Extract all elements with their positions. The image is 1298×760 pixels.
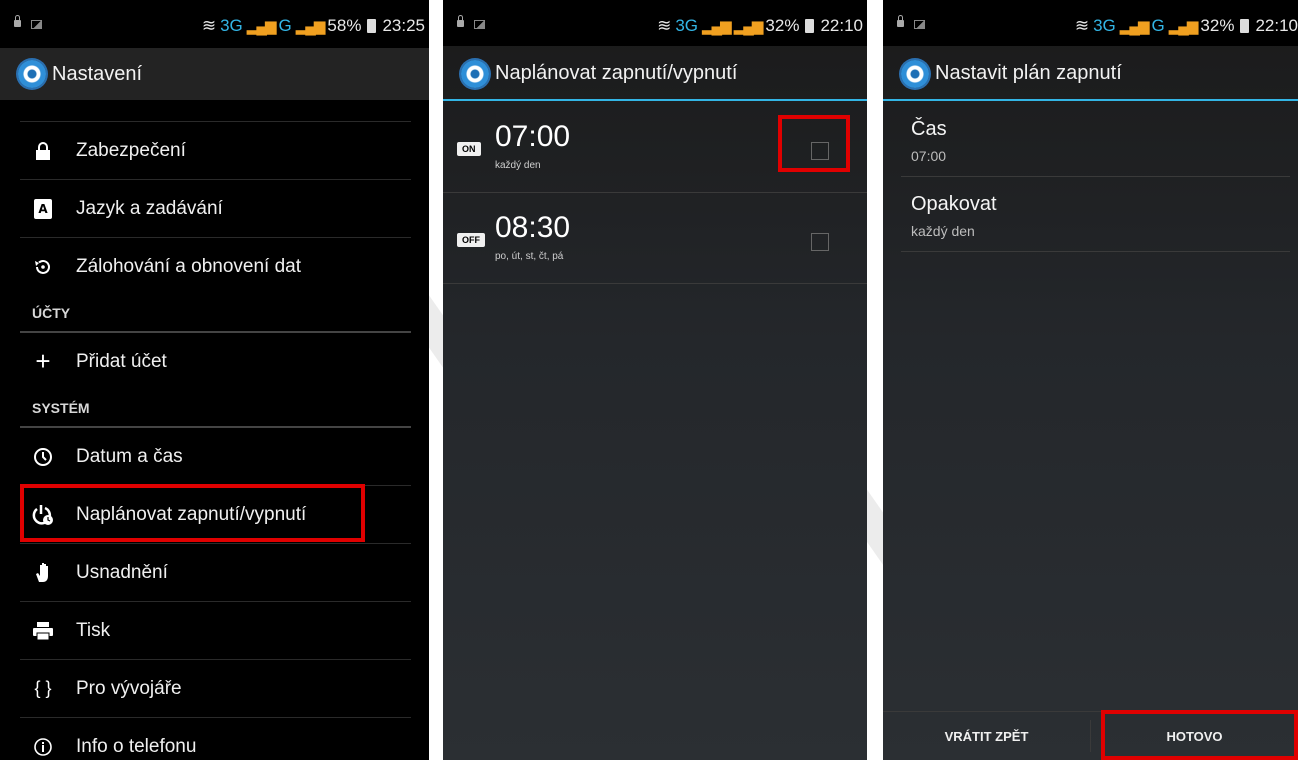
settings-item-label: Zabezpečení <box>76 139 186 161</box>
image-notification-icon <box>474 20 485 29</box>
settings-item-label: Jazyk a zadávání <box>76 197 223 219</box>
network-type: 3G <box>220 16 243 35</box>
info-icon <box>32 736 54 758</box>
action-bar: Nastavit plán zapnutí <box>883 48 1298 101</box>
settings-item-developer[interactable]: { } Pro vývojáře <box>20 659 411 717</box>
settings-item-label: Tisk <box>76 619 111 641</box>
battery-icon <box>1240 19 1250 33</box>
status-bar: ≋ 3G ▂▄▆ G ▂▄▆ 32% 22:10 <box>883 0 1298 46</box>
lock-icon <box>32 140 54 162</box>
settings-item-label: Info o telefonu <box>76 735 197 757</box>
settings-item-label: Usnadnění <box>76 561 168 583</box>
settings-item-label: Zálohování a obnovení dat <box>76 255 302 277</box>
status-bar: ≋ 3G ▂▄▆ G ▂▄▆ 58% 23:25 <box>0 0 429 44</box>
schedule-list-screen: ≋ 3G ▂▄▆ ▂▄▆ 32% 22:10 Naplánovat zapnut… <box>443 0 867 760</box>
battery-icon <box>367 19 377 33</box>
plus-icon: + <box>35 346 51 376</box>
settings-item-label: Datum a čas <box>76 445 183 467</box>
schedule-days: po, út, st, čt, pá <box>495 251 564 262</box>
signal-icon: ▂▄▆ <box>1119 18 1150 35</box>
svg-text:A: A <box>38 202 48 216</box>
settings-item-print[interactable]: Tisk <box>20 601 411 659</box>
settings-item-add-account[interactable]: + Přidat účet <box>20 333 411 390</box>
settings-gear-icon[interactable] <box>461 59 489 88</box>
schedule-checkbox[interactable] <box>811 233 829 251</box>
off-badge: OFF <box>457 233 485 247</box>
settings-list: Zabezpečení A Jazyk a zadávání Zálohován… <box>20 121 411 760</box>
restore-icon <box>32 256 54 278</box>
wifi-icon: ≋ <box>657 16 672 35</box>
clock-time: 22:10 <box>820 16 863 35</box>
signal-icon: ▂▄▆ <box>702 18 732 35</box>
pref-value: 07:00 <box>911 148 947 164</box>
clock-time: 22:10 <box>1255 16 1298 35</box>
settings-item-language[interactable]: A Jazyk a zadávání <box>20 179 411 237</box>
signal-icon-2: ▂▄▆ <box>295 18 326 35</box>
action-bar: Nastavení <box>0 48 429 100</box>
network-type: 3G <box>1093 16 1116 35</box>
schedule-days: každý den <box>495 160 541 171</box>
schedule-item-off[interactable]: OFF 08:30 po, út, st, čt, pá <box>443 193 867 284</box>
battery-percent: 32% <box>765 16 800 35</box>
printer-icon <box>32 620 54 642</box>
lock-status-icon <box>457 15 464 27</box>
page-title: Naplánovat zapnutí/vypnutí <box>495 62 738 84</box>
schedule-time: 07:00 <box>495 120 571 153</box>
battery-percent: 58% <box>327 16 362 35</box>
wifi-icon: ≋ <box>201 16 217 35</box>
pref-title: Čas <box>911 118 947 140</box>
pref-value: každý den <box>911 223 975 239</box>
network-type-2: G <box>1151 16 1165 35</box>
on-badge: ON <box>457 142 481 156</box>
settings-item-security[interactable]: Zabezpečení <box>20 121 411 179</box>
settings-item-date-time[interactable]: Datum a čas <box>20 428 411 485</box>
schedule-time: 08:30 <box>495 211 571 244</box>
settings-item-label: Přidat účet <box>76 350 167 372</box>
signal-icon: ▂▄▆ <box>246 18 277 35</box>
highlight-box <box>778 115 850 172</box>
pref-title: Opakovat <box>911 193 997 215</box>
settings-item-label: Pro vývojáře <box>76 677 182 699</box>
braces-icon: { } <box>34 678 52 698</box>
keyboard-a-icon: A <box>32 198 54 220</box>
image-notification-icon <box>31 20 42 29</box>
clock-time: 23:25 <box>382 16 425 35</box>
settings-item-about-phone[interactable]: Info o telefonu <box>20 717 411 760</box>
settings-item-accessibility[interactable]: Usnadnění <box>20 543 411 601</box>
network-type: 3G <box>675 16 699 35</box>
battery-icon <box>805 19 815 33</box>
highlight-box <box>20 484 365 542</box>
network-type-2: G <box>278 16 292 35</box>
status-bar: ≋ 3G ▂▄▆ ▂▄▆ 32% 22:10 <box>443 0 867 46</box>
battery-percent: 32% <box>1200 16 1235 35</box>
settings-screen: ≋ 3G ▂▄▆ G ▂▄▆ 58% 23:25 Nastavení Zabez… <box>0 0 429 760</box>
signal-icon-2: ▂▄▆ <box>733 18 764 35</box>
page-title: Nastavení <box>52 62 143 85</box>
settings-item-backup[interactable]: Zálohování a obnovení dat <box>20 237 411 295</box>
settings-gear-icon[interactable] <box>18 60 46 88</box>
set-schedule-screen: ≋ 3G ▂▄▆ G ▂▄▆ 32% 22:10 Nastavit plán z… <box>883 0 1298 760</box>
lock-status-icon <box>14 15 21 27</box>
revert-button[interactable]: VRÁTIT ZPĚT <box>883 712 1090 760</box>
wifi-icon: ≋ <box>1074 16 1090 35</box>
signal-icon-2: ▂▄▆ <box>1168 18 1199 35</box>
section-header-accounts: ÚČTY <box>20 295 411 333</box>
pref-time[interactable]: Čas 07:00 <box>901 102 1290 177</box>
highlight-box <box>1101 710 1298 760</box>
action-bar: Naplánovat zapnutí/vypnutí <box>443 48 867 101</box>
clock-icon <box>32 446 54 468</box>
page-title: Nastavit plán zapnutí <box>935 62 1122 84</box>
image-notification-icon <box>914 20 925 29</box>
pref-repeat[interactable]: Opakovat každý den <box>901 177 1290 252</box>
section-header-system: SYSTÉM <box>20 390 411 428</box>
lock-status-icon <box>897 15 904 27</box>
hand-icon <box>32 562 54 584</box>
settings-gear-icon[interactable] <box>901 59 929 88</box>
